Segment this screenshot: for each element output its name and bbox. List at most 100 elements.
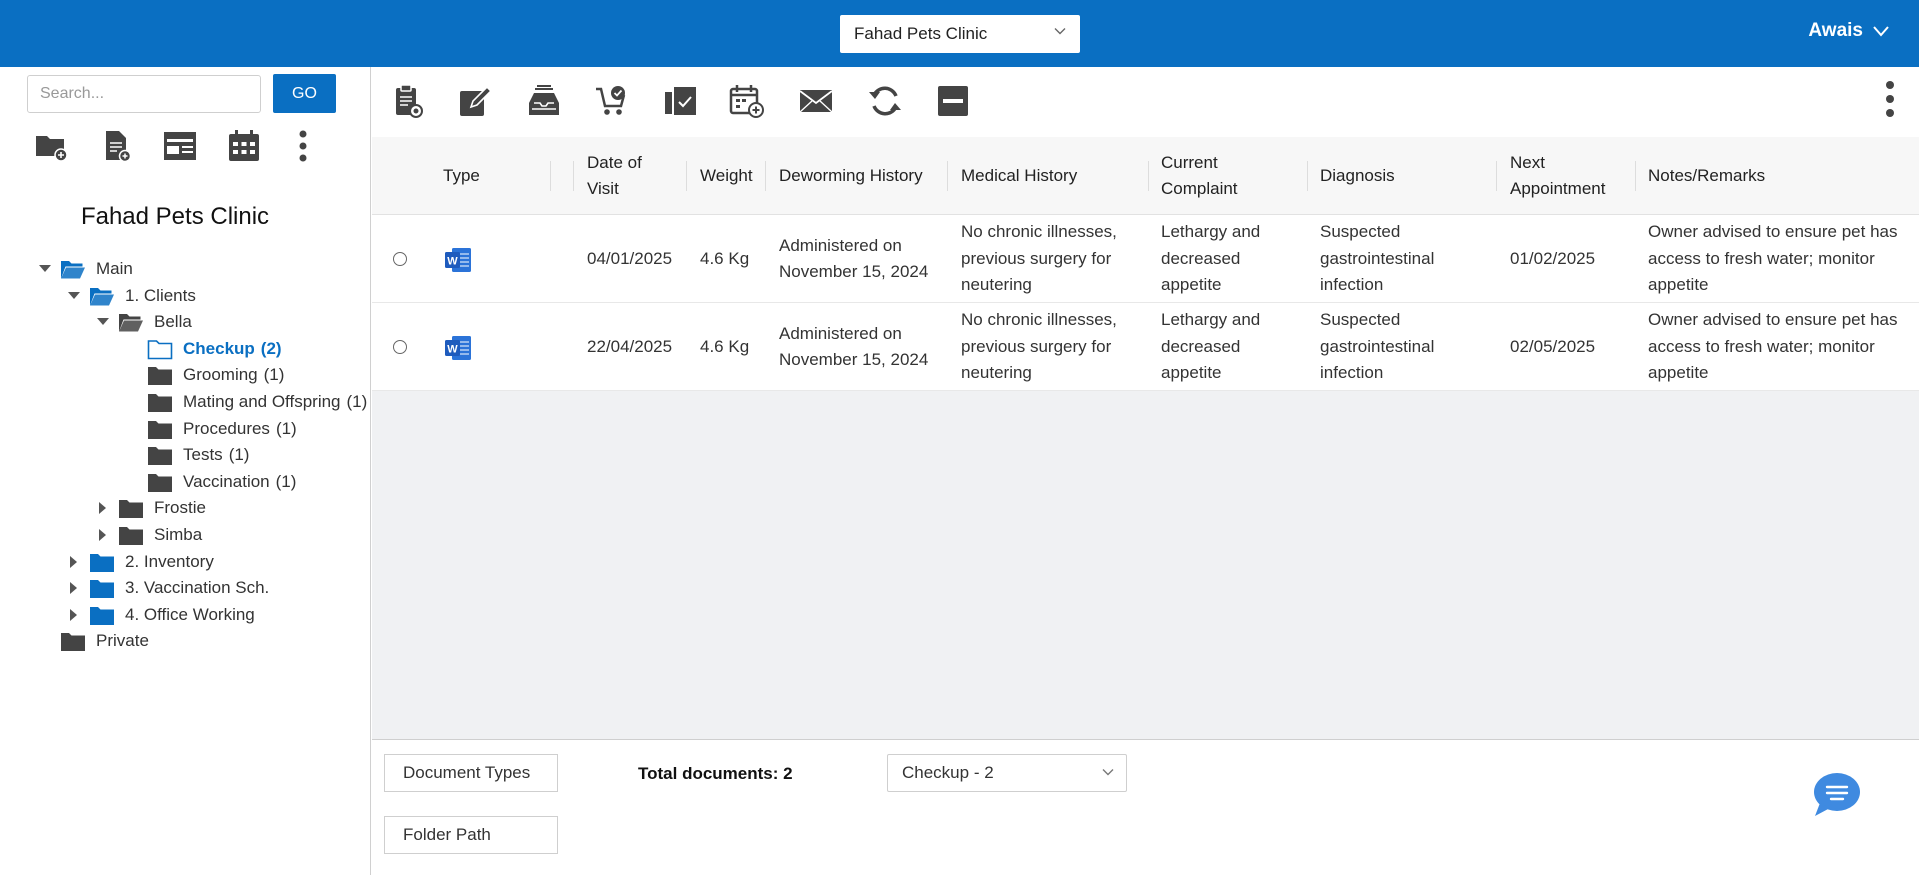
more-vertical-icon[interactable]	[1883, 79, 1897, 119]
folder-icon	[90, 554, 114, 572]
tree-item[interactable]: Mating and Offspring (1)	[125, 389, 367, 415]
svg-text:W: W	[447, 344, 458, 356]
folder-path-button[interactable]: Folder Path	[384, 816, 558, 854]
cart-check-icon[interactable]	[594, 83, 630, 119]
column-divider	[573, 161, 574, 191]
search-input[interactable]	[27, 75, 261, 113]
tree-item[interactable]: 4. Office Working	[67, 602, 255, 628]
column-header-diagnosis[interactable]: Diagnosis	[1320, 137, 1470, 215]
tree-item[interactable]: Procedures (1)	[125, 416, 297, 442]
folder-icon	[148, 474, 172, 492]
tree-item-label: Frostie	[154, 498, 206, 517]
tree-item[interactable]: Tests (1)	[125, 442, 249, 468]
chevron-down-icon	[1054, 28, 1066, 35]
calendar-icon[interactable]	[226, 128, 262, 164]
column-header-next-appointment[interactable]: Next Appointment	[1510, 137, 1630, 215]
cell-deworming: Administered on November 15, 2024	[779, 323, 929, 370]
caret-right-icon[interactable]	[67, 555, 81, 569]
tree-item[interactable]: Checkup (2)	[125, 336, 282, 362]
column-divider	[1635, 161, 1636, 191]
folder-open-icon	[119, 314, 143, 332]
row-select-radio[interactable]	[393, 252, 407, 266]
folder-icon	[148, 367, 172, 385]
table-row[interactable]: W 22/04/2025 4.6 Kg Administered on Nove…	[372, 303, 1919, 391]
refresh-icon[interactable]	[867, 83, 903, 119]
form-icon[interactable]	[162, 128, 198, 164]
word-doc-icon: W	[445, 336, 471, 360]
new-folder-icon[interactable]	[34, 128, 70, 164]
folder-outline-icon	[147, 340, 173, 360]
more-vertical-icon[interactable]	[296, 128, 310, 164]
column-header-medical-history[interactable]: Medical History	[961, 137, 1141, 215]
inbox-icon[interactable]	[526, 83, 562, 119]
folder-icon	[148, 421, 172, 439]
new-document-icon[interactable]	[98, 128, 134, 164]
table-header: Type Date of Visit Weight Deworming Hist…	[372, 137, 1919, 215]
column-divider	[947, 161, 948, 191]
tree-item[interactable]: Main	[38, 256, 133, 282]
table-row[interactable]: W 04/01/2025 4.6 Kg Administered on Nove…	[372, 215, 1919, 303]
tree-item[interactable]: Grooming (1)	[125, 362, 284, 388]
tree-item[interactable]: Bella	[96, 309, 192, 335]
chat-icon[interactable]	[1810, 769, 1862, 821]
cell-deworming: Administered on November 15, 2024	[779, 235, 929, 282]
tree-item-count: (1)	[263, 365, 285, 384]
tree-item[interactable]: Vaccination (1)	[125, 469, 296, 495]
tree-item[interactable]: 2. Inventory	[67, 549, 214, 575]
column-divider	[1148, 161, 1149, 191]
main-toolbar	[372, 67, 1919, 137]
organization-select[interactable]: Fahad Pets Clinic	[840, 15, 1080, 53]
row-select-radio[interactable]	[393, 340, 407, 354]
caret-down-icon[interactable]	[96, 315, 110, 329]
column-divider	[1307, 161, 1308, 191]
column-header-current-complaint[interactable]: Current Complaint	[1161, 137, 1271, 215]
column-header-deworming-history[interactable]: Deworming History	[779, 137, 959, 215]
tree-item[interactable]: Simba	[96, 522, 202, 548]
tree-item[interactable]: Frostie	[96, 495, 206, 521]
tree-item-count: (2)	[260, 339, 282, 358]
column-header-type[interactable]: Type	[443, 137, 523, 215]
user-menu[interactable]: Awais	[1808, 20, 1889, 42]
footer-panel: Document Types Folder Path Total documen…	[372, 739, 1919, 875]
column-header-notes-remarks[interactable]: Notes/Remarks	[1648, 137, 1848, 215]
documents-check-icon[interactable]	[662, 83, 698, 119]
column-header-date-of-visit[interactable]: Date of Visit	[587, 137, 667, 215]
tree-item-label: Simba	[154, 525, 203, 544]
minus-box-icon[interactable]	[935, 83, 971, 119]
caret-down-icon[interactable]	[38, 262, 52, 276]
column-header-weight[interactable]: Weight	[700, 137, 770, 215]
caret-right-icon[interactable]	[96, 528, 110, 542]
folder-icon	[148, 447, 172, 465]
total-documents: Total documents: 2	[638, 764, 793, 783]
cell-complaint: Lethargy and decreased appetite	[1161, 310, 1261, 383]
caret-down-icon[interactable]	[67, 289, 81, 303]
calendar-add-icon[interactable]	[729, 83, 765, 119]
column-divider	[550, 161, 551, 191]
tree-item[interactable]: Private	[38, 628, 149, 654]
cell-notes: Owner advised to ensure pet has access t…	[1648, 222, 1898, 295]
cell-weight: 4.6 Kg	[700, 336, 750, 356]
caret-right-icon[interactable]	[96, 501, 110, 515]
tree-item-label: Vaccination	[183, 472, 270, 491]
edit-icon[interactable]	[457, 83, 493, 119]
column-divider	[765, 161, 766, 191]
document-types-button[interactable]: Document Types	[384, 754, 558, 792]
folder-count-select[interactable]: Checkup - 2	[887, 754, 1127, 792]
tree-item-count: (1)	[275, 419, 297, 438]
tree-item[interactable]: 1. Clients	[67, 283, 196, 309]
cell-complaint: Lethargy and decreased appetite	[1161, 222, 1261, 295]
column-divider	[1496, 161, 1497, 191]
tree-item-label: Procedures	[183, 419, 270, 438]
cell-diagnosis: Suspected gastrointestinal infection	[1320, 222, 1435, 295]
caret-right-icon[interactable]	[67, 608, 81, 622]
clipboard-icon[interactable]	[390, 83, 426, 119]
folder-open-icon	[90, 288, 114, 306]
organization-select-value: Fahad Pets Clinic	[854, 24, 988, 43]
tree-item[interactable]: 3. Vaccination Sch.	[67, 575, 269, 601]
go-button[interactable]: GO	[273, 74, 336, 113]
email-icon[interactable]	[798, 83, 834, 119]
caret-right-icon[interactable]	[67, 581, 81, 595]
